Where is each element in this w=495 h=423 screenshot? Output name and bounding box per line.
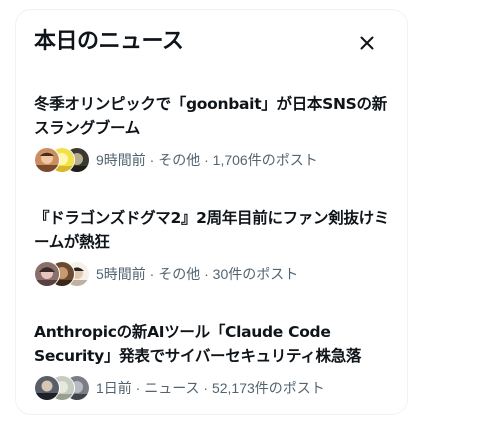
news-item[interactable]: 冬季オリンピックで「goonbait」が日本SNSの新スラングブーム 9時間前 … xyxy=(34,92,398,174)
news-meta: 1日前 · ニュース · 52,173件のポスト xyxy=(34,374,398,402)
news-meta-text: 1日前 · ニュース · 52,173件のポスト xyxy=(96,380,325,396)
avatar-stack xyxy=(34,375,90,401)
news-title: 『ドラゴンズドグマ2』2周年目前にファン剣抜けミームが熱狂 xyxy=(34,209,390,251)
news-meta: 9時間前 · その他 · 1,706件のポスト xyxy=(34,146,398,174)
card-header: 本日のニュース xyxy=(34,27,391,59)
todays-news-card: 本日のニュース 冬季オリンピックで「goonbait」が日本SNSの新スラングブ… xyxy=(15,9,408,415)
avatar-stack xyxy=(34,261,90,287)
close-button[interactable] xyxy=(355,31,379,55)
avatar xyxy=(34,375,60,401)
news-meta-text: 9時間前 · その他 · 1,706件のポスト xyxy=(96,152,318,168)
news-meta-text: 5時間前 · その他 · 30件のポスト xyxy=(96,266,299,282)
news-title: 冬季オリンピックで「goonbait」が日本SNSの新スラングブーム xyxy=(34,95,387,137)
avatar xyxy=(34,261,60,287)
card-title: 本日のニュース xyxy=(34,29,184,54)
news-meta: 5時間前 · その他 · 30件のポスト xyxy=(34,260,398,288)
news-item[interactable]: 『ドラゴンズドグマ2』2周年目前にファン剣抜けミームが熱狂 5時間前 · その他… xyxy=(34,206,398,288)
news-title: Anthropicの新AIツール「Claude Code Security」発表… xyxy=(34,323,362,365)
close-icon xyxy=(360,36,374,50)
news-item[interactable]: Anthropicの新AIツール「Claude Code Security」発表… xyxy=(34,320,398,402)
avatar xyxy=(34,147,60,173)
avatar-stack xyxy=(34,147,90,173)
